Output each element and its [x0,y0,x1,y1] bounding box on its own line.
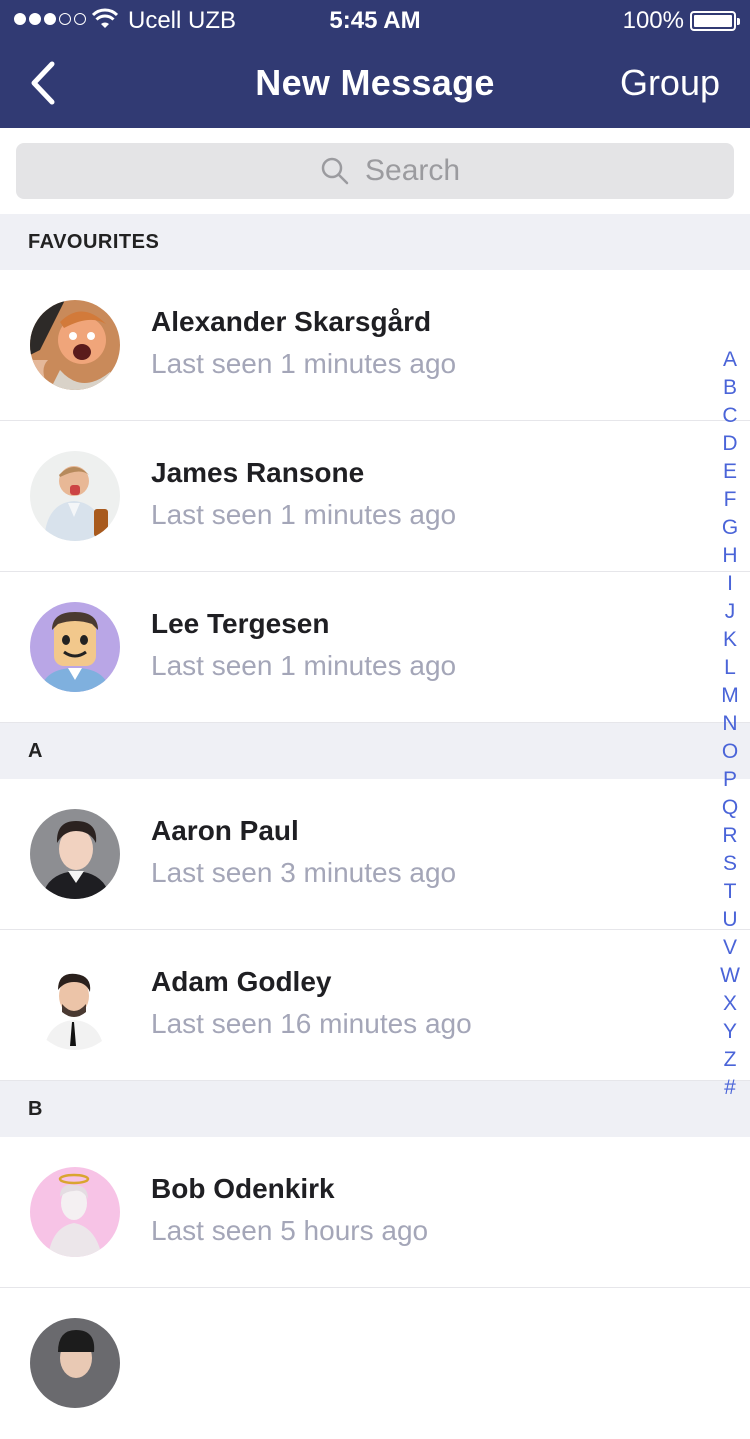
avatar [30,451,120,541]
contact-row-partial[interactable] [0,1288,750,1439]
battery-icon [690,11,740,31]
index-letter[interactable]: W [720,962,740,990]
index-letter[interactable]: T [724,878,737,906]
index-letter[interactable]: K [723,626,737,654]
section-header-b: B [0,1081,750,1137]
index-letter[interactable]: Q [722,794,738,822]
contact-name: James Ransone [151,457,365,488]
contact-last-seen: Last seen 3 minutes ago [151,857,457,888]
index-letter[interactable]: E [723,458,737,486]
avatar [30,1318,120,1408]
section-header-a: A [0,723,750,779]
index-letter[interactable]: O [722,738,738,766]
contact-name: Bob Odenkirk [151,1173,335,1204]
index-letter[interactable]: N [722,710,737,738]
index-letter[interactable]: V [723,934,737,962]
section-header-label: B [28,1098,43,1120]
index-letter[interactable]: B [723,374,737,402]
avatar [30,1167,120,1257]
index-letter[interactable]: R [722,822,737,850]
index-letter[interactable]: M [721,682,739,710]
index-letter[interactable]: Z [724,1046,737,1074]
index-letter[interactable]: Y [723,1018,737,1046]
index-letter[interactable]: L [724,654,736,682]
contact-last-seen: Last seen 1 minutes ago [151,650,457,681]
index-letter[interactable]: # [724,1074,736,1102]
index-letter[interactable]: C [722,402,737,430]
index-letter[interactable]: I [727,570,733,598]
contact-row[interactable]: Lee Tergesen Last seen 1 minutes ago [0,572,750,723]
avatar [30,602,120,692]
status-bar: Ucell UZB 5:45 AM 100% [0,0,750,40]
section-header-label: A [28,740,43,762]
contact-row[interactable]: Adam Godley Last seen 16 minutes ago [0,930,750,1081]
index-letter[interactable]: F [724,486,737,514]
avatar [30,960,120,1050]
search-input[interactable]: Search [16,143,734,199]
index-letter[interactable]: H [722,542,737,570]
contact-name: Adam Godley [151,966,332,997]
contact-last-seen: Last seen 16 minutes ago [151,1008,472,1039]
alphabet-index[interactable]: A B C D E F G H I J K L M N O P Q R S T U V W X Y Z # [716,346,744,1102]
contact-row[interactable]: Bob Odenkirk Last seen 5 hours ago [0,1137,750,1288]
index-letter[interactable]: A [723,346,737,374]
group-button[interactable]: Group [620,62,720,104]
top-bar: Ucell UZB 5:45 AM 100% New Message Group [0,0,750,128]
battery-percentage: 100% [622,7,684,34]
avatar [30,809,120,899]
search-icon [321,157,349,185]
search-container: Search [0,128,750,214]
index-letter[interactable]: X [723,990,737,1018]
contact-row[interactable]: James Ransone Last seen 1 minutes ago [0,421,750,572]
index-letter[interactable]: S [723,850,737,878]
index-letter[interactable]: G [722,514,738,542]
contact-name: Alexander Skarsgård [151,306,432,337]
section-header-favourites: FAVOURITES [0,214,750,270]
index-letter[interactable]: P [723,766,737,794]
contact-row[interactable]: Alexander Skarsgård Last seen 1 minutes … [0,270,750,421]
index-letter[interactable]: D [722,430,737,458]
index-letter[interactable]: J [725,598,736,626]
index-letter[interactable]: U [722,906,737,934]
avatar [30,300,120,390]
navigation-bar: New Message Group [0,40,750,128]
contact-row[interactable]: Aaron Paul Last seen 3 minutes ago [0,779,750,930]
section-header-label: FAVOURITES [28,231,160,253]
contact-last-seen: Last seen 1 minutes ago [151,499,457,530]
contact-name: Lee Tergesen [151,608,330,639]
contact-name: Aaron Paul [151,815,299,846]
contact-last-seen: Last seen 1 minutes ago [151,348,457,379]
search-placeholder: Search [365,154,461,187]
contact-last-seen: Last seen 5 hours ago [151,1215,429,1246]
